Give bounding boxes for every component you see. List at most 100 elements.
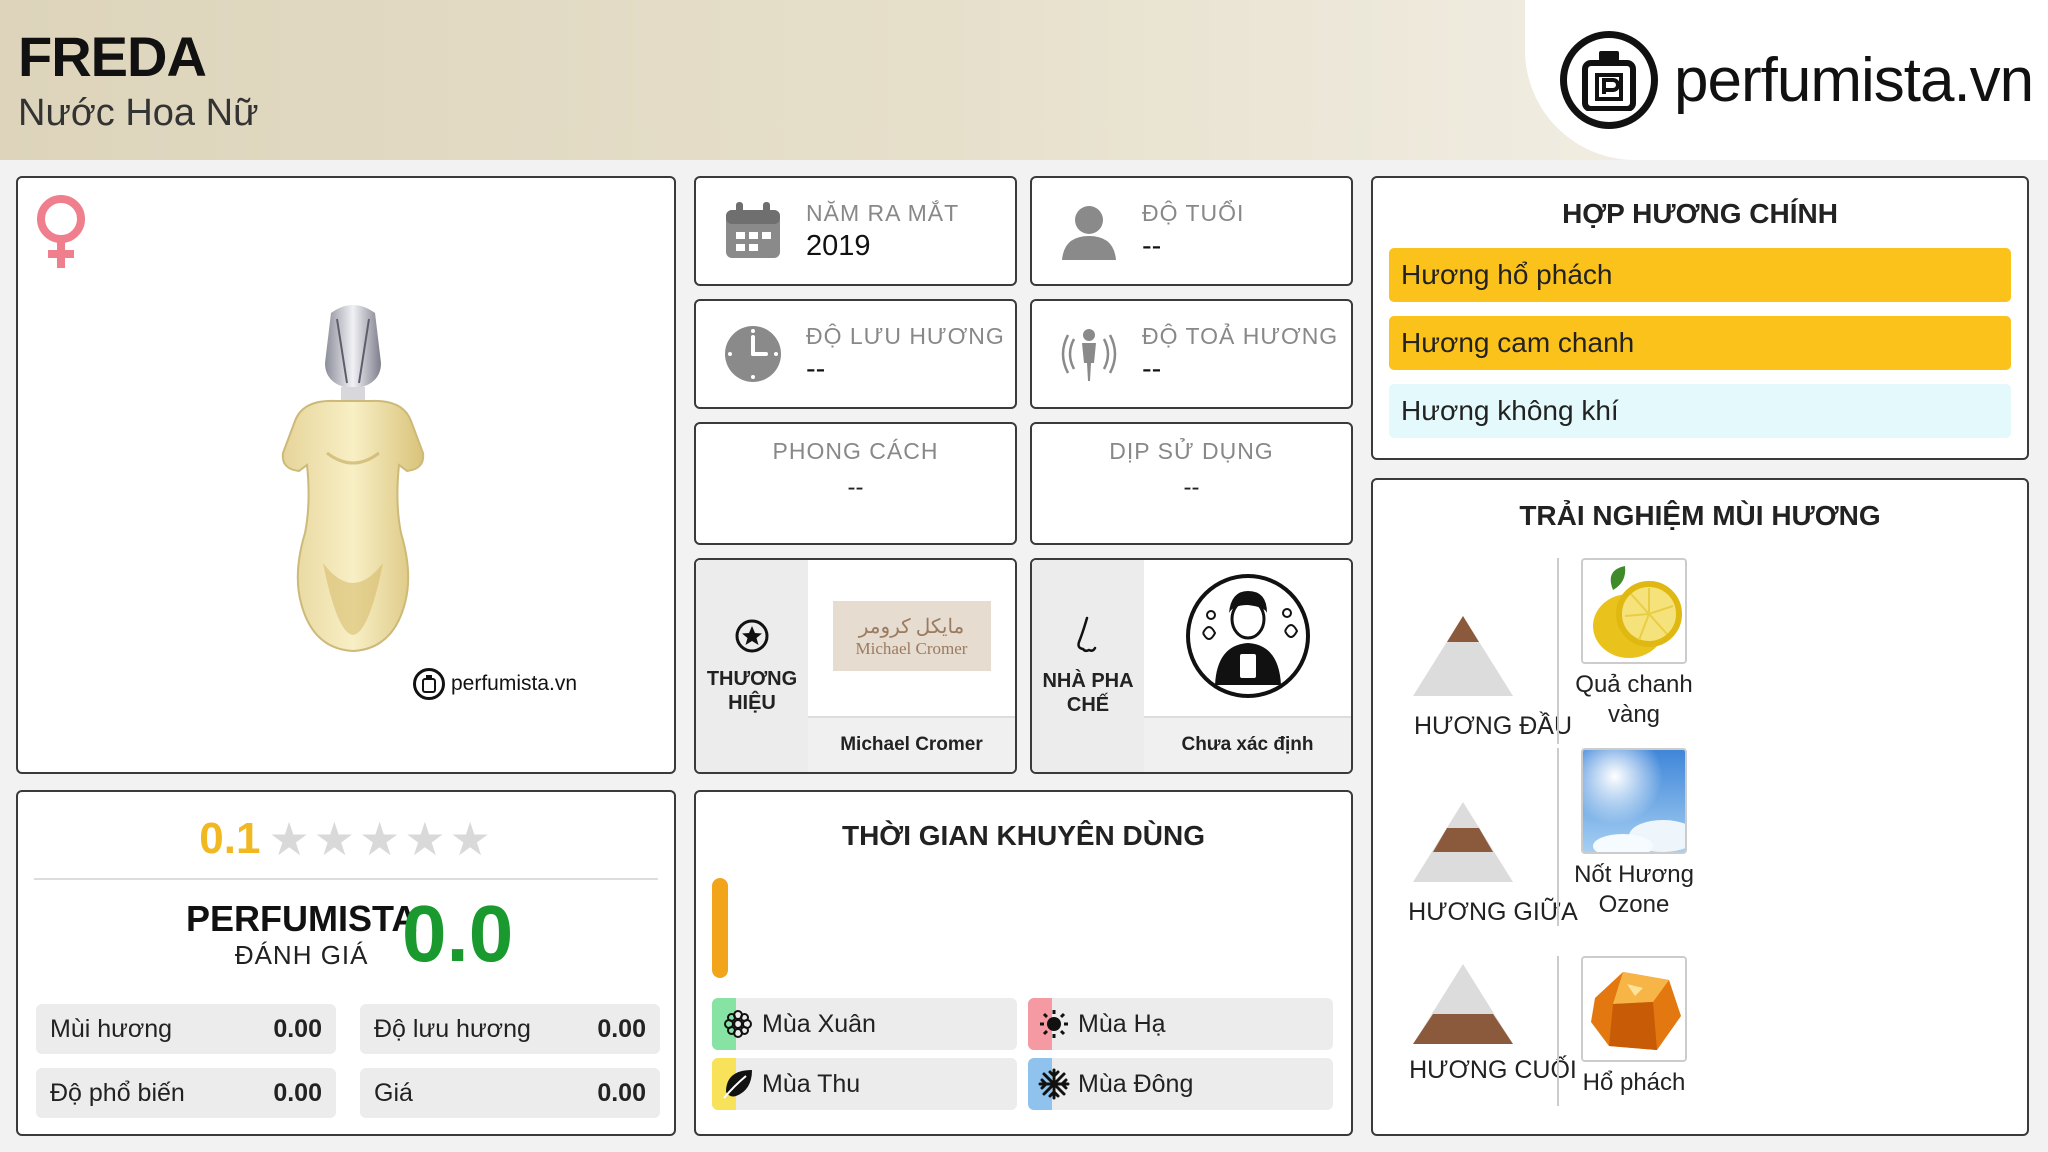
metric-value: 0.00 <box>273 1078 322 1107</box>
leaf-icon <box>722 1068 754 1100</box>
site-logo[interactable]: perfumista.vn <box>1525 0 2048 160</box>
perfumer-content: Chưa xác định <box>1144 560 1351 772</box>
star-icon[interactable]: ★ <box>449 816 490 862</box>
accord-item[interactable]: Hương hổ phách <box>1389 248 2011 302</box>
brand-logo-arabic: مايكل كرومر <box>858 615 965 638</box>
season-autumn: Mùa Thu <box>712 1058 1017 1110</box>
brand-card[interactable]: THƯƠNG HIỆU مايكل كرومر Michael Cromer M… <box>694 558 1017 774</box>
style-value: -- <box>847 474 864 501</box>
sillage-value: -- <box>1142 353 1162 385</box>
accord-item[interactable]: Hương cam chanh <box>1389 316 2011 370</box>
sun-icon <box>1038 1008 1070 1040</box>
perfumer-label: NHÀ PHA CHẾ <box>1042 669 1134 716</box>
metric-label: Giá <box>374 1078 413 1107</box>
snowflake-icon <box>1038 1068 1070 1100</box>
pyramid-base-icon <box>1413 964 1513 1049</box>
main-accords-card: HỢP HƯƠNG CHÍNH Hương hổ phách Hương cam… <box>1371 176 2029 460</box>
launch-year-value: 2019 <box>806 230 871 262</box>
female-symbol-icon <box>32 192 90 277</box>
star-icon[interactable]: ★ <box>404 816 445 862</box>
page-header: FREDA Nước Hoa Nữ perfumista.vn <box>0 0 2048 160</box>
metric-price: Giá 0.00 <box>360 1068 660 1118</box>
perfumista-sub-label: ĐÁNH GIÁ <box>234 940 369 970</box>
perfumer-image <box>1144 560 1351 712</box>
divider <box>34 878 658 880</box>
age-value: -- <box>1142 230 1162 262</box>
metric-value: 0.00 <box>273 1014 322 1043</box>
star-icon[interactable]: ★ <box>314 816 355 862</box>
watermark: perfumista.vn <box>413 668 577 700</box>
brand-logo-english: Michael Cromer <box>855 638 968 658</box>
longevity-label: ĐỘ LƯU HƯƠNG <box>806 323 1005 349</box>
middle-notes-row: HƯƠNG GIỮA Nốt Hương Ozone <box>1373 748 2027 928</box>
sillage-icon <box>1060 325 1118 388</box>
style-card: PHONG CÁCH -- <box>694 422 1017 545</box>
clock-icon <box>724 325 782 388</box>
logo-text: perfumista.vn <box>1674 45 2034 115</box>
season-winter: Mùa Đông <box>1028 1058 1333 1110</box>
flower-icon <box>722 1008 754 1040</box>
user-icon <box>1060 202 1118 265</box>
launch-year-card: NĂM RA MẮT 2019 <box>694 176 1017 286</box>
star-badge-icon <box>734 618 770 659</box>
season-title: THỜI GIAN KHUYÊN DÙNG <box>841 820 1205 851</box>
base-note-name: Hổ phách <box>1582 1069 1686 1096</box>
metric-value: 0.00 <box>597 1014 646 1043</box>
occasion-value: -- <box>1183 474 1200 501</box>
longevity-card: ĐỘ LƯU HƯƠNG -- <box>694 299 1017 409</box>
user-rating: 0.1 ★ ★ ★ ★ ★ <box>18 814 674 864</box>
launch-year-label: NĂM RA MẮT <box>806 200 960 226</box>
age-card: ĐỘ TUỔI -- <box>1030 176 1353 286</box>
season-label: Mùa Hạ <box>1078 1009 1166 1038</box>
star-icon[interactable]: ★ <box>359 816 400 862</box>
product-image-card: perfumista.vn <box>16 176 676 774</box>
season-label: Mùa Xuân <box>762 1009 876 1038</box>
perfumista-score: 0.0 <box>402 889 514 978</box>
base-notes-row: HƯƠNG CUỐI Hổ phách <box>1373 956 2027 1134</box>
ozone-image[interactable] <box>1581 748 1687 854</box>
main-accords-title: HỢP HƯƠNG CHÍNH <box>1562 198 1838 229</box>
top-notes-row: HƯƠNG ĐẦU Quả chanh vàng <box>1373 558 2027 744</box>
user-rating-score: 0.1 <box>199 814 261 863</box>
sillage-card: ĐỘ TOẢ HƯƠNG -- <box>1030 299 1353 409</box>
perfume-bottle-logo-icon <box>1560 31 1658 129</box>
lemon-image[interactable] <box>1581 558 1687 664</box>
metric-label: Mùi hương <box>50 1014 173 1043</box>
season-summer: Mùa Hạ <box>1028 998 1333 1050</box>
notes-card: TRẢI NGHIỆM MÙI HƯƠNG HƯƠNG ĐẦU Quả chan… <box>1371 478 2029 1136</box>
brand-name: Michael Cromer <box>808 716 1015 772</box>
middle-note-name: Nốt Hương Ozone <box>1574 861 1694 918</box>
star-icon[interactable]: ★ <box>268 816 309 862</box>
accord-item[interactable]: Hương không khí <box>1389 384 2011 438</box>
longevity-value: -- <box>806 353 826 385</box>
rating-card: 0.1 ★ ★ ★ ★ ★ PERFUMISTA ĐÁNH GIÁ 0.0 Mù… <box>16 790 676 1136</box>
nose-icon <box>1073 616 1103 661</box>
perfumista-label: PERFUMISTA <box>186 898 418 939</box>
perfumista-rating-label: PERFUMISTA ĐÁNH GIÁ <box>186 898 417 971</box>
calendar-icon <box>724 202 782 265</box>
season-label: Mùa Thu <box>762 1069 861 1098</box>
occasion-card: DỊP SỬ DỤNG -- <box>1030 422 1353 545</box>
sillage-label: ĐỘ TOẢ HƯƠNG <box>1142 323 1339 349</box>
star-rating[interactable]: ★ ★ ★ ★ ★ <box>266 816 492 862</box>
pyramid-top-icon <box>1413 616 1513 701</box>
season-card: THỜI GIAN KHUYÊN DÙNG Mùa Xuân Mùa Hạ Mù… <box>694 790 1353 1136</box>
watermark-text: perfumista.vn <box>451 672 578 695</box>
perfume-bottle-image <box>273 303 433 668</box>
amber-image[interactable] <box>1581 956 1687 1062</box>
brand-logo-image: مايكل كرومر Michael Cromer <box>832 601 991 671</box>
perfume-bottle-logo-icon <box>413 668 445 700</box>
perfume-category: Nước Hoa Nữ <box>18 92 259 134</box>
age-label: ĐỘ TUỔI <box>1142 200 1245 226</box>
perfumer-card[interactable]: NHÀ PHA CHẾ Chưa xác định <box>1030 558 1353 774</box>
brand-content: مايكل كرومر Michael Cromer Michael Crome… <box>808 560 1015 772</box>
metric-value: 0.00 <box>597 1078 646 1107</box>
day-night-bar <box>712 878 728 978</box>
notes-title: TRẢI NGHIỆM MÙI HƯƠNG <box>1519 500 1881 531</box>
top-note-name: Quả chanh vàng <box>1575 671 1693 728</box>
perfumer-name: Chưa xác định <box>1144 716 1351 772</box>
metric-label: Độ phổ biến <box>50 1078 185 1107</box>
brand-label: THƯƠNG HIỆU <box>706 667 798 714</box>
pyramid-middle-icon <box>1413 802 1513 887</box>
occasion-label: DỊP SỬ DỤNG <box>1109 438 1274 464</box>
